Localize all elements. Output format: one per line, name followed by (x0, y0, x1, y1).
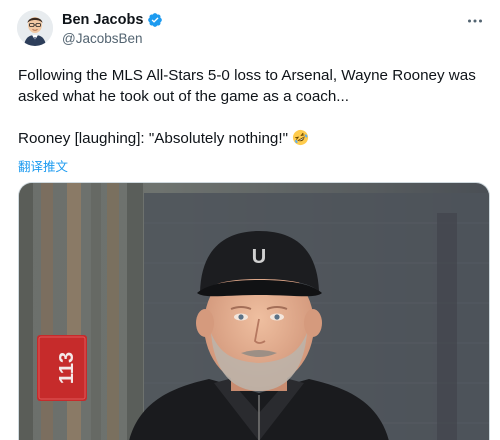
author-display-name[interactable]: Ben Jacobs (62, 12, 143, 28)
media-image: 113 U (19, 183, 489, 440)
author-avatar[interactable] (17, 10, 53, 46)
more-horizontal-icon[interactable] (466, 12, 484, 31)
sign-number: 113 (56, 352, 78, 384)
tweet-card: Ben Jacobs @JacobsBen Following the MLS … (0, 0, 500, 440)
tweet-paragraph-2: Rooney [laughing]: "Absolutely nothing!" (18, 128, 488, 149)
tweet-media-photo[interactable]: 113 U (18, 182, 490, 440)
tweet-text: Following the MLS All-Stars 5-0 loss to … (18, 65, 488, 149)
rolling-on-floor-laughing-emoji (292, 129, 309, 146)
tweet-paragraph-1: Following the MLS All-Stars 5-0 loss to … (18, 67, 476, 105)
verified-badge-icon (147, 12, 163, 28)
author-name-row: Ben Jacobs (62, 12, 163, 28)
author-handle[interactable]: @JacobsBen (62, 31, 143, 46)
translate-tweet-link[interactable]: 翻译推文 (18, 156, 68, 175)
tweet-paragraph-2-text: Rooney [laughing]: "Absolutely nothing!" (18, 130, 288, 147)
cap-logo: U (252, 246, 266, 268)
